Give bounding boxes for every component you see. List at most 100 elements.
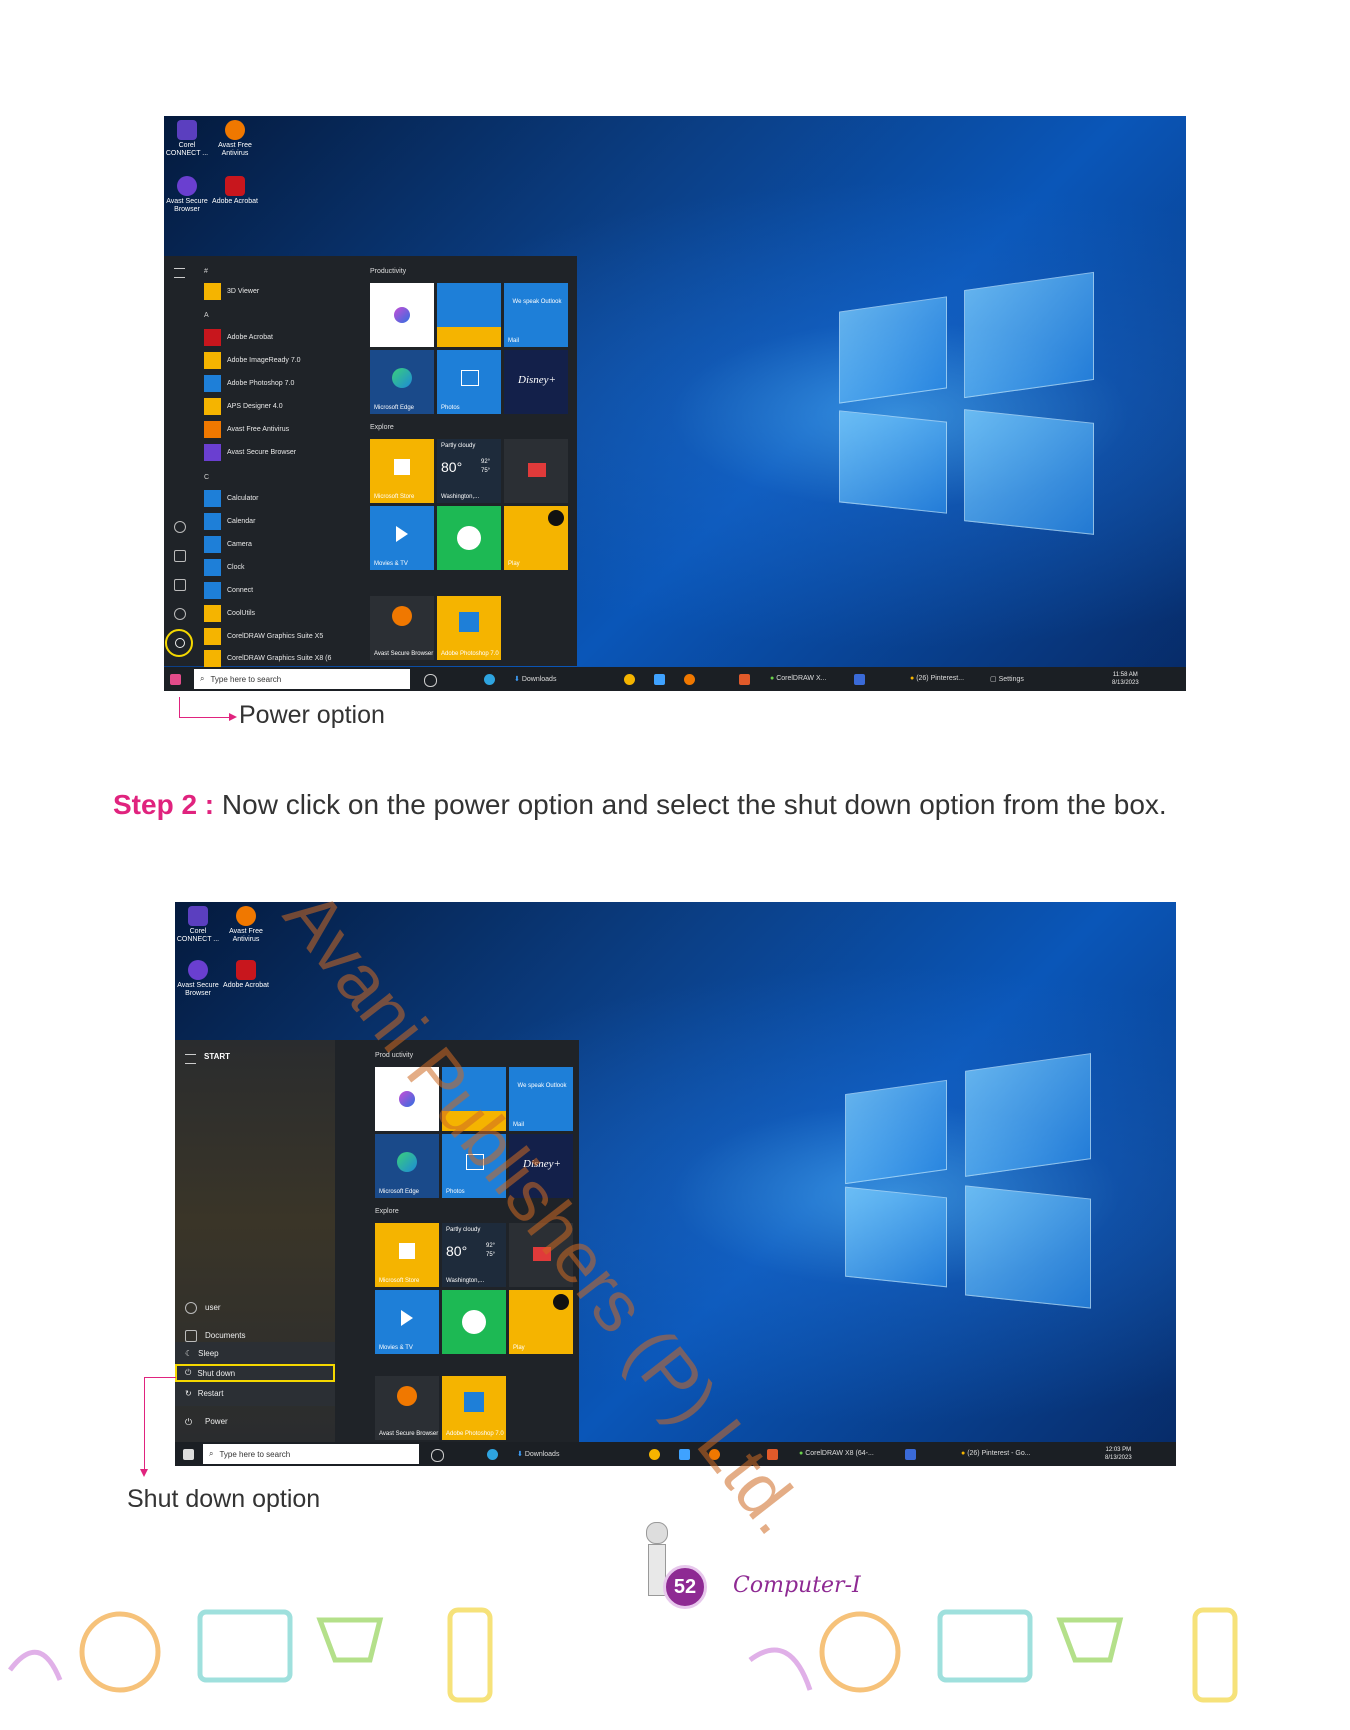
tile-label: Avast Secure Browser <box>374 651 434 657</box>
app-item[interactable]: APS Designer 4.0 <box>204 397 283 415</box>
app-item[interactable]: CorelDRAW Graphics Suite X5 <box>204 627 323 645</box>
search-input[interactable]: ⌕ Type here to search <box>203 1444 419 1464</box>
app-item[interactable]: Camera <box>204 535 252 553</box>
desktop-icon[interactable]: Corel CONNECT ... <box>164 120 212 158</box>
desktop-icon[interactable]: Avast Free Antivirus <box>210 120 260 158</box>
news-tile[interactable] <box>504 439 568 503</box>
store-tile[interactable]: Microsoft Store <box>375 1223 439 1287</box>
tile-label: Play <box>508 561 520 567</box>
app-item[interactable]: Calendar <box>204 512 255 530</box>
windows-icon[interactable] <box>170 674 181 685</box>
power-icon-highlight[interactable] <box>165 629 193 657</box>
app-item[interactable]: Avast Free Antivirus <box>204 420 289 438</box>
sleep-option[interactable]: ☾ Sleep <box>185 1344 219 1362</box>
desktop-icon[interactable]: Adobe Acrobat <box>210 176 260 206</box>
callout-line <box>144 1377 176 1378</box>
office-tile[interactable] <box>370 283 434 347</box>
taskbar-pinterest[interactable]: ● (26) Pinterest - Go... <box>961 1450 1031 1457</box>
task-view-icon[interactable] <box>431 1449 444 1462</box>
gear-icon[interactable] <box>174 608 186 620</box>
taskbar-downloads[interactable]: ⬇ Downloads <box>517 1450 559 1458</box>
app-item[interactable]: CorelDRAW Graphics Suite X8 (6 <box>204 649 331 667</box>
taskbar-pinterest[interactable]: ● (26) Pinterest... <box>910 675 964 682</box>
user-icon[interactable] <box>185 1302 197 1314</box>
photoshop-tile[interactable]: Adobe Photoshop 7.0 <box>442 1376 506 1440</box>
edge-tile[interactable]: Microsoft Edge <box>370 350 434 414</box>
group-label-explore: Explore <box>370 424 394 431</box>
window-pane <box>839 410 947 514</box>
edge-icon[interactable] <box>487 1449 498 1460</box>
play-tile[interactable]: Play <box>504 506 568 570</box>
tile-label: Adobe Photoshop 7.0 <box>441 651 499 657</box>
desktop-icon[interactable]: Avast Secure Browser <box>164 176 212 214</box>
word-icon[interactable] <box>854 674 865 685</box>
app-icon <box>204 443 221 461</box>
restart-option[interactable]: ↻ Restart <box>185 1384 224 1402</box>
document-icon[interactable] <box>185 1330 197 1342</box>
settings-icon: ▢ <box>990 676 999 683</box>
task-view-icon[interactable] <box>424 674 437 687</box>
desktop-icon[interactable]: Avast Secure Browser <box>175 960 223 998</box>
app-label: Adobe Photoshop 7.0 <box>227 379 295 387</box>
windows-icon[interactable] <box>183 1449 194 1460</box>
chrome-icon[interactable] <box>649 1449 660 1460</box>
photos-tile[interactable]: Photos <box>437 350 501 414</box>
clock[interactable]: 11:58 AM 8/13/2023 <box>1112 671 1139 687</box>
mail-tile[interactable]: We speak Outlook Mail <box>504 283 568 347</box>
avast-tile[interactable]: Avast Secure Browser <box>375 1376 439 1440</box>
desktop-icon[interactable]: Avast Free Antivirus <box>221 906 271 944</box>
search-input[interactable]: ⌕ Type here to search <box>194 669 410 689</box>
pictures-icon[interactable] <box>174 579 186 591</box>
store-icon <box>394 459 410 475</box>
weather-tile[interactable]: Partly cloudy 80° 92° 75° Washington,... <box>442 1223 506 1287</box>
app-item[interactable]: CoolUtils <box>204 604 255 622</box>
app-icon[interactable] <box>739 674 750 685</box>
movies-tile[interactable]: Movies & TV <box>375 1290 439 1354</box>
desktop-icon[interactable]: Corel CONNECT ... <box>175 906 223 944</box>
photoshop-tile[interactable]: Adobe Photoshop 7.0 <box>437 596 501 660</box>
avast-icon[interactable] <box>684 674 695 685</box>
taskbar-downloads[interactable]: ⬇ Downloads <box>514 675 556 683</box>
weather-tile[interactable]: Partly cloudy 80° 92° 75° Washington,... <box>437 439 501 503</box>
apps-folder-tile[interactable] <box>437 283 501 347</box>
taskbar-corel[interactable]: ● CorelDRAW X... <box>770 675 827 682</box>
app-item[interactable]: 3D Viewer <box>204 282 259 300</box>
word-icon[interactable] <box>905 1449 916 1460</box>
window-pane <box>965 1185 1091 1309</box>
app-item[interactable]: Adobe ImageReady 7.0 <box>204 351 301 369</box>
taskbar-corel[interactable]: ● CorelDRAW X8 (64-... <box>799 1450 874 1457</box>
app-item[interactable]: Adobe Photoshop 7.0 <box>204 374 294 392</box>
hamburger-icon[interactable] <box>185 1054 196 1064</box>
chrome-icon[interactable] <box>624 674 635 685</box>
app-item[interactable]: Avast Secure Browser <box>204 443 296 461</box>
user-icon[interactable] <box>174 521 186 533</box>
document-icon[interactable] <box>174 550 186 562</box>
store-tile[interactable]: Microsoft Store <box>370 439 434 503</box>
app-item[interactable]: Clock <box>204 558 245 576</box>
app-icon <box>204 374 221 392</box>
app-item[interactable]: Connect <box>204 581 253 599</box>
hamburger-icon[interactable] <box>174 268 185 278</box>
files-icon[interactable] <box>654 674 665 685</box>
power-icon[interactable]: ⏻ <box>185 1417 192 1428</box>
taskbar-settings[interactable]: ▢ Settings <box>990 675 1024 683</box>
avast-tile[interactable]: Avast Secure Browser <box>370 596 434 660</box>
office-icon <box>394 307 410 323</box>
clock[interactable]: 12:03 PM 8/13/2023 <box>1105 1446 1132 1462</box>
edge-tile[interactable]: Microsoft Edge <box>375 1134 439 1198</box>
edge-icon[interactable] <box>484 674 495 685</box>
documents-label: Documents <box>205 1331 246 1340</box>
movies-tile[interactable]: Movies & TV <box>370 506 434 570</box>
disney-tile[interactable]: Disney+ <box>504 350 568 414</box>
spotify-tile[interactable] <box>437 506 501 570</box>
taskbar-label: CorelDRAW X8 (64-... <box>805 1450 874 1457</box>
shutdown-option[interactable]: ⏻ Shut down <box>185 1364 235 1382</box>
desktop-icon[interactable]: Adobe Acrobat <box>221 960 271 990</box>
power-icon <box>175 638 185 648</box>
app-item[interactable]: Calculator <box>204 489 259 507</box>
weather-low: 75° <box>486 1252 496 1258</box>
spotify-tile[interactable] <box>442 1290 506 1354</box>
download-icon: ⬇ <box>517 1451 525 1458</box>
app-item[interactable]: Adobe Acrobat <box>204 328 273 346</box>
window-pane <box>965 1053 1091 1177</box>
